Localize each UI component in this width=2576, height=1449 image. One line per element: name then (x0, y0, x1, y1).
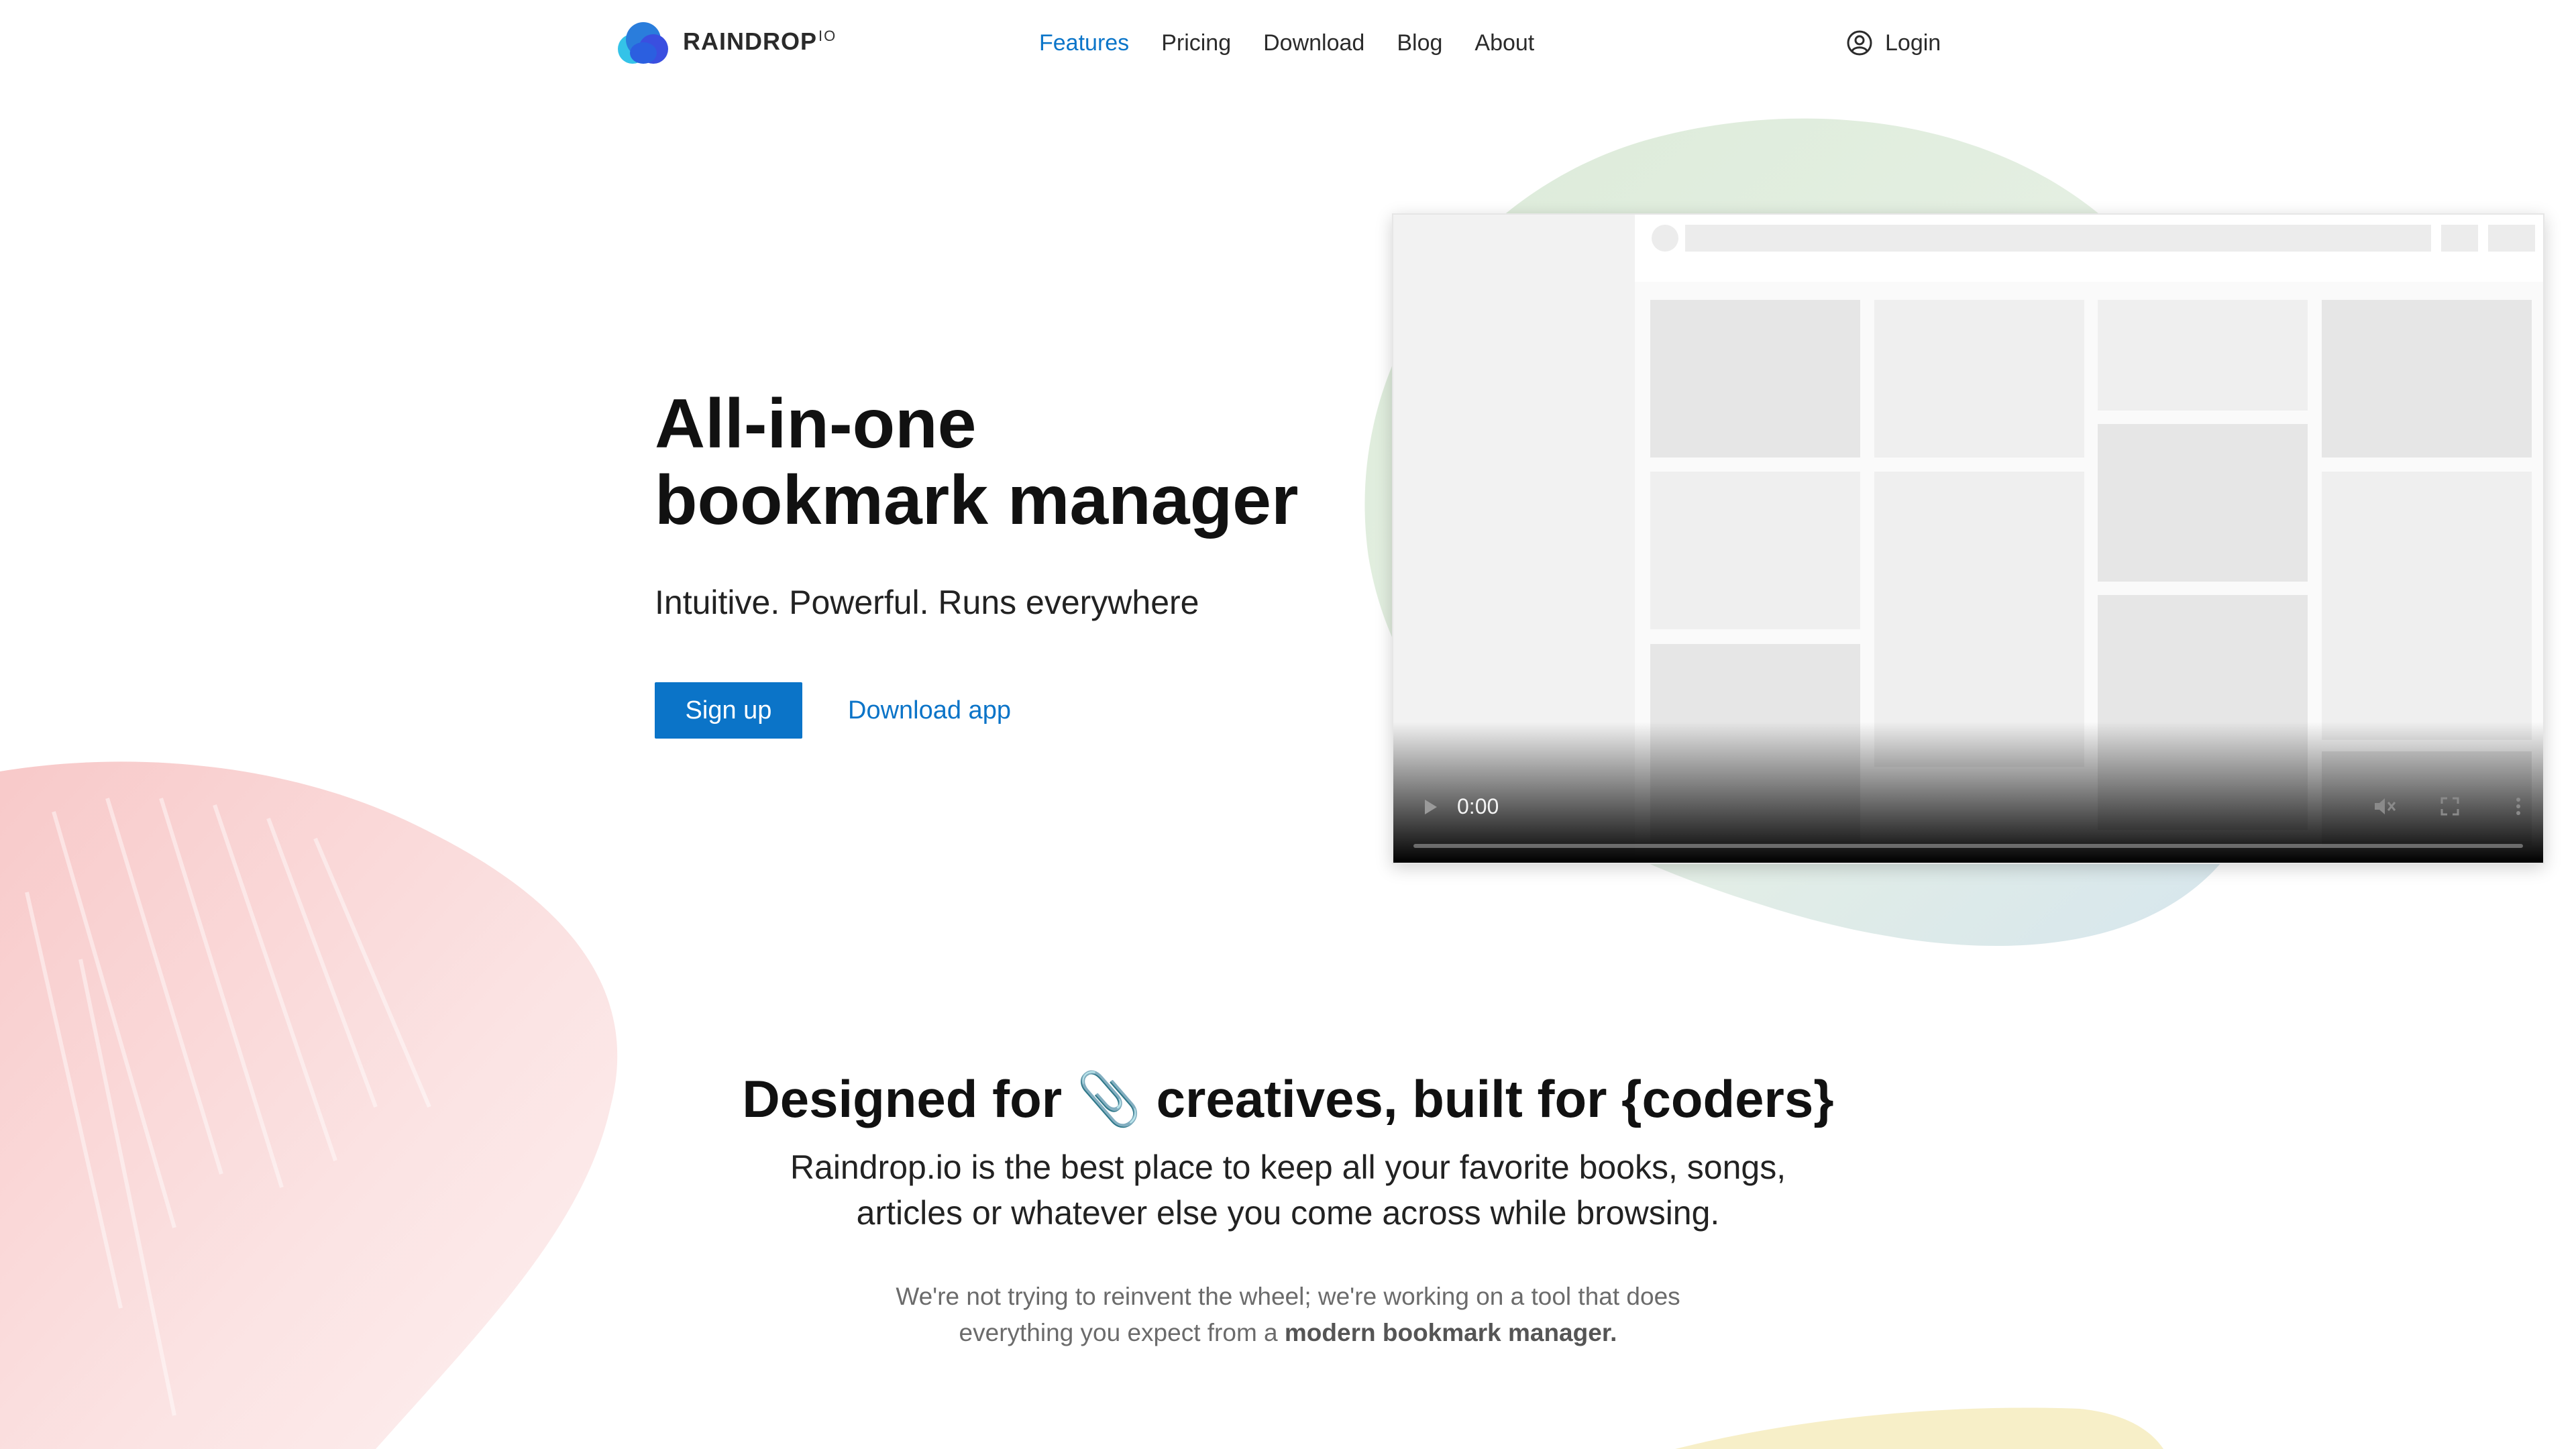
video-time: 0:00 (1457, 794, 1499, 818)
mock-toolbar-button (2488, 225, 2535, 252)
video-controls: 0:00 (1393, 782, 2543, 863)
mock-toolbar-button (2441, 225, 2478, 252)
mock-bookmark-card (2098, 424, 2308, 582)
nav-features[interactable]: Features (1039, 27, 1129, 59)
paperclip-icon: 📎 (1076, 1069, 1142, 1128)
nav-pricing[interactable]: Pricing (1161, 27, 1231, 59)
section-title: Designed for 📎 creatives, built for {cod… (742, 1069, 1834, 1128)
mock-bookmark-card (1650, 472, 1860, 629)
nav-blog[interactable]: Blog (1397, 27, 1442, 59)
section-note: We're not trying to reinvent the wheel; … (805, 1279, 1771, 1351)
download-app-link[interactable]: Download app (848, 682, 1011, 739)
mock-search-bar (1685, 225, 2431, 252)
user-circle-icon (1847, 30, 1872, 56)
section-lead: Raindrop.io is the best place to keep al… (738, 1144, 1838, 1236)
hero-subtitle: Intuitive. Powerful. Runs everywhere (655, 584, 1199, 621)
login-label: Login (1885, 30, 1941, 56)
signup-button[interactable]: Sign up (655, 682, 802, 739)
fullscreen-icon[interactable] (2435, 792, 2465, 821)
mock-avatar (1652, 225, 1678, 252)
section-note-line1: We're not trying to reinvent the wheel; … (896, 1283, 1680, 1310)
mock-bookmark-card (2322, 300, 2532, 458)
hero-title-line2: bookmark manager (655, 462, 1299, 539)
section-note-highlight: modern bookmark manager. (1284, 1319, 1617, 1346)
product-demo-video[interactable]: 0:00 (1392, 213, 2544, 864)
brand-name: RAINDROPIO (683, 28, 837, 55)
hero-title-line1: All-in-one (655, 385, 977, 463)
login-link[interactable]: Login (1846, 27, 1941, 59)
section-lead-line1: Raindrop.io is the best place to keep al… (790, 1148, 1786, 1186)
site-header: RAINDROPIO Features Pricing Download Blo… (0, 0, 2576, 87)
nav-about[interactable]: About (1474, 27, 1534, 59)
main-nav: Features Pricing Download Blog About (1039, 27, 1566, 59)
mock-bookmark-card (1650, 300, 1860, 458)
decorative-yellow-blob (1675, 1407, 2163, 1449)
section-lead-line2: articles or whatever else you come acros… (856, 1194, 1720, 1232)
mock-bookmark-card (2322, 472, 2532, 740)
hero-title: All-in-one bookmark manager (655, 386, 1393, 539)
muted-volume-icon[interactable] (2369, 792, 2399, 821)
brand-logo[interactable]: RAINDROPIO (616, 19, 837, 64)
brand-suffix: IO (818, 28, 837, 44)
mock-bookmark-card (1874, 300, 2084, 458)
mock-bookmark-card (2098, 300, 2308, 411)
more-options-icon[interactable] (2504, 792, 2533, 821)
section-note-line2: everything you expect from a modern book… (959, 1319, 1617, 1346)
play-icon[interactable] (1417, 790, 1444, 824)
video-progress-bar[interactable] (1413, 844, 2523, 848)
raindrop-logo-icon (618, 22, 668, 64)
nav-download[interactable]: Download (1263, 27, 1364, 59)
